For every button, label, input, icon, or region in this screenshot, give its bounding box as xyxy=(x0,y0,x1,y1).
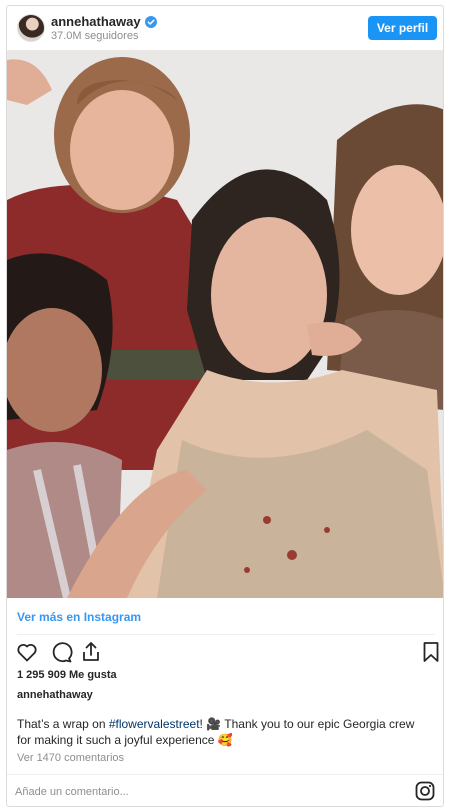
heart-icon[interactable] xyxy=(15,640,39,664)
instagram-icon[interactable] xyxy=(415,781,435,801)
likes-count[interactable]: 1 295 909 Me gusta xyxy=(17,669,117,681)
username-row: annehathaway xyxy=(51,14,157,29)
username-link[interactable]: annehathaway xyxy=(51,14,141,29)
see-more-on-instagram-link[interactable]: Ver más en Instagram xyxy=(17,610,141,624)
followers-count: 37.0M seguidores xyxy=(51,30,139,42)
action-bar xyxy=(15,640,439,666)
verified-badge-icon xyxy=(144,15,157,28)
view-profile-button[interactable]: Ver perfil xyxy=(368,16,437,40)
post-caption: That’s a wrap on #flowervalestreet! 🎥 Th… xyxy=(17,716,427,748)
share-icon[interactable] xyxy=(79,640,103,664)
caption-author[interactable]: annehathaway xyxy=(17,689,93,701)
caption-text-start: That’s a wrap on xyxy=(17,717,109,731)
view-comments-link[interactable]: Ver 1470 comentarios xyxy=(17,752,124,764)
divider xyxy=(17,634,435,635)
post-photo-illustration xyxy=(7,50,443,598)
instagram-embed-card: annehathaway 37.0M seguidores Ver perfil xyxy=(6,5,444,807)
post-header: annehathaway 37.0M seguidores Ver perfil xyxy=(7,6,443,50)
avatar[interactable] xyxy=(17,14,45,42)
comment-icon[interactable] xyxy=(49,640,73,664)
hashtag-link[interactable]: #flowervalestreet xyxy=(109,717,200,731)
post-photo[interactable] xyxy=(7,50,443,598)
bookmark-icon[interactable] xyxy=(419,640,443,664)
comment-bar xyxy=(7,774,443,806)
comment-input[interactable] xyxy=(15,783,395,801)
